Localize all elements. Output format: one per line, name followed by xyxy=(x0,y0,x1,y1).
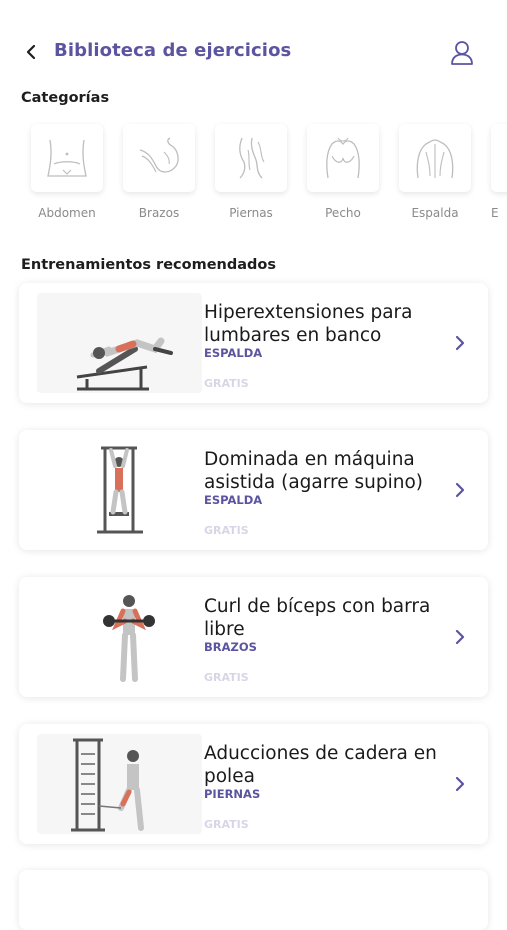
category-piernas[interactable]: Piernas xyxy=(215,124,287,220)
workout-price: GRATIS xyxy=(204,818,249,831)
categories-heading: Categorías xyxy=(21,90,110,106)
page-title: Biblioteca de ejercicios xyxy=(54,40,292,61)
assisted-pullup-illustration xyxy=(97,446,143,534)
chevron-right-icon[interactable] xyxy=(453,776,467,792)
profile-icon[interactable] xyxy=(450,40,474,66)
workout-name: Aducciones de cadera en polea xyxy=(204,743,437,787)
workout-price: GRATIS xyxy=(204,671,249,684)
legs-icon xyxy=(239,137,265,179)
category-label: E xyxy=(491,206,499,220)
category-partial[interactable]: E xyxy=(491,124,507,220)
chest-icon xyxy=(326,137,360,179)
category-label: Abdomen xyxy=(38,206,96,220)
workout-card-partial[interactable] xyxy=(19,870,488,930)
workout-card[interactable]: Hiperextensiones para lumbares en banco … xyxy=(19,283,488,403)
abdomen-icon xyxy=(47,139,87,177)
category-pecho[interactable]: Pecho xyxy=(307,124,379,220)
workout-thumbnail xyxy=(37,587,202,687)
categories-carousel[interactable]: Abdomen Brazos Piernas Pecho Espalda E xyxy=(0,118,507,228)
workout-category: BRAZOS xyxy=(204,640,257,654)
workout-name: Hiperextensiones para lumbares en banco xyxy=(204,302,413,346)
workout-thumbnail xyxy=(37,293,202,393)
category-abdomen[interactable]: Abdomen xyxy=(31,124,103,220)
workout-name: Curl de bíceps con barra libre xyxy=(204,596,431,640)
workout-price: GRATIS xyxy=(204,524,249,537)
category-label: Pecho xyxy=(325,206,361,220)
cable-hip-adduction-illustration xyxy=(71,738,144,832)
workout-category: ESPALDA xyxy=(204,346,263,360)
recommended-heading: Entrenamientos recomendados xyxy=(21,257,277,273)
workout-card[interactable]: Dominada en máquina asistida (agarre sup… xyxy=(19,430,488,550)
category-label: Piernas xyxy=(229,206,273,220)
chevron-right-icon[interactable] xyxy=(453,629,467,645)
workout-category: PIERNAS xyxy=(204,787,261,801)
app-header: Biblioteca de ejercicios xyxy=(0,0,507,100)
workout-thumbnail xyxy=(37,734,202,834)
arm-icon xyxy=(139,137,179,173)
back-extension-illustration xyxy=(76,337,173,391)
category-label: Espalda xyxy=(411,206,459,220)
workout-card[interactable]: Curl de bíceps con barra libre BRAZOS GR… xyxy=(19,577,488,697)
category-espalda[interactable]: Espalda xyxy=(399,124,471,220)
back-icon xyxy=(416,139,454,179)
back-arrow-icon[interactable] xyxy=(22,43,40,61)
barbell-curl-illustration xyxy=(103,595,155,682)
workout-name: Dominada en máquina asistida (agarre sup… xyxy=(204,449,423,493)
workout-card[interactable]: Aducciones de cadera en polea PIERNAS GR… xyxy=(19,724,488,844)
workout-thumbnail xyxy=(37,440,202,540)
category-label: Brazos xyxy=(138,206,180,220)
chevron-right-icon[interactable] xyxy=(453,335,467,351)
category-brazos[interactable]: Brazos xyxy=(123,124,195,220)
workout-category: ESPALDA xyxy=(204,493,263,507)
workout-price: GRATIS xyxy=(204,377,249,390)
chevron-right-icon[interactable] xyxy=(453,482,467,498)
